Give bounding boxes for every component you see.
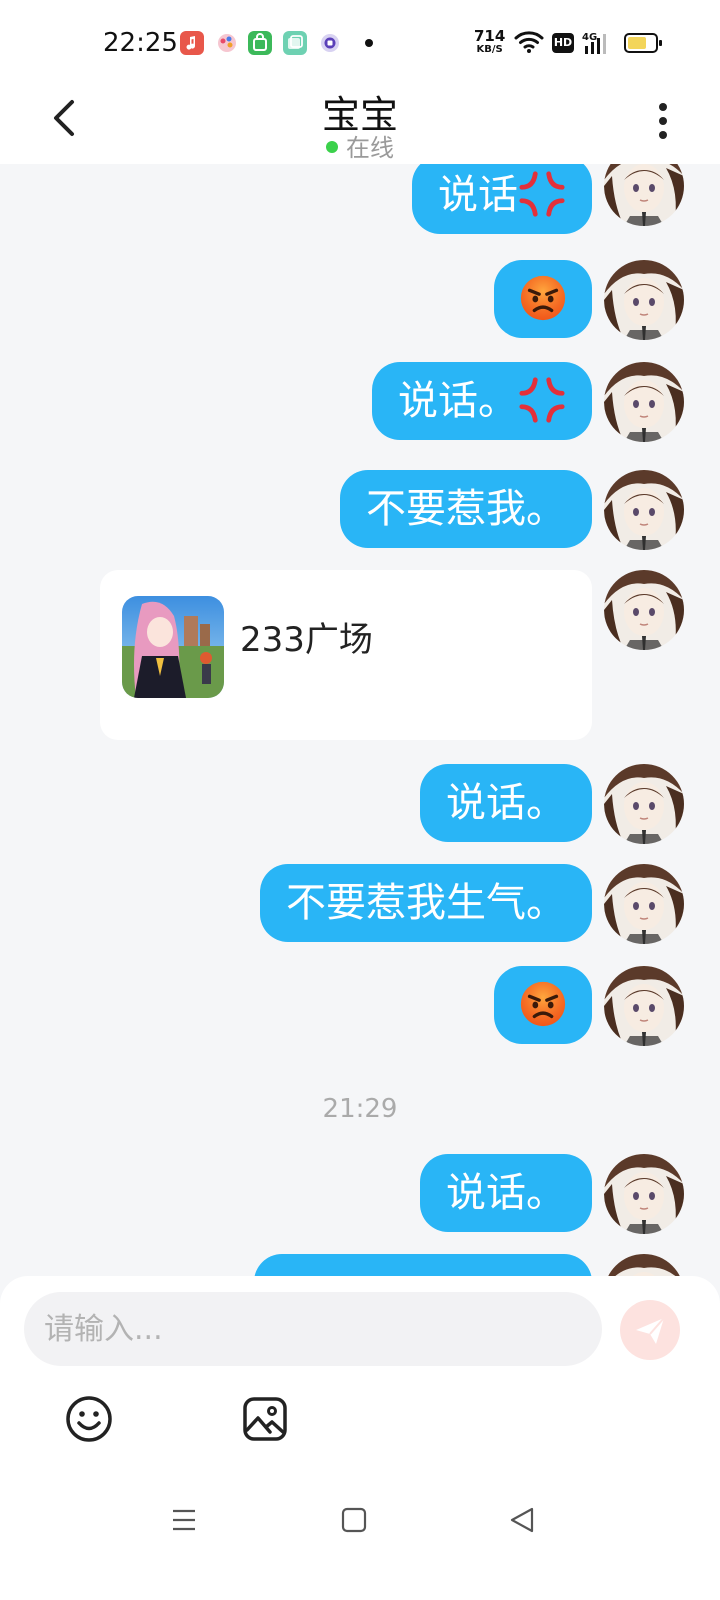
message-row xyxy=(0,1254,720,1276)
send-button[interactable] xyxy=(620,1300,680,1360)
anger-symbol-icon xyxy=(518,376,566,424)
online-dot-icon xyxy=(326,141,338,153)
online-status-label: 在线 xyxy=(346,134,394,162)
message-bubble[interactable]: 不要惹我。 xyxy=(340,470,592,548)
message-row: 说话 xyxy=(0,164,720,236)
emoji-button[interactable] xyxy=(64,1394,114,1444)
card-title: 233广场 xyxy=(240,620,373,660)
avatar[interactable] xyxy=(604,470,684,550)
message-text: 不要惹我生气。 xyxy=(286,880,566,926)
network-speed: 714 KB/S xyxy=(474,27,506,56)
message-row: 不要惹我生气。 xyxy=(0,864,720,944)
cellular-signal-icon: 4G xyxy=(582,30,614,60)
image-icon xyxy=(243,1397,287,1441)
message-row: 说话。 xyxy=(0,764,720,844)
anger-symbol-icon xyxy=(518,170,566,218)
gallery-app-icon xyxy=(283,31,307,55)
message-bubble[interactable]: 说话。 xyxy=(420,1154,592,1232)
avatar[interactable] xyxy=(604,764,684,844)
hamburger-icon xyxy=(173,1509,195,1531)
input-panel xyxy=(0,1276,720,1600)
avatar[interactable] xyxy=(604,164,684,226)
triangle-back-icon xyxy=(510,1507,534,1533)
message-timestamp: 21:29 xyxy=(322,1094,398,1124)
message-bubble[interactable] xyxy=(494,966,592,1044)
message-row xyxy=(0,966,720,1046)
svg-text:4G: 4G xyxy=(582,32,597,43)
avatar[interactable] xyxy=(604,864,684,944)
message-row: 说话。 xyxy=(0,362,720,442)
message-row: 说话。 xyxy=(0,1154,720,1234)
paint-app-icon xyxy=(215,31,239,55)
angry-face-icon xyxy=(519,274,567,322)
status-bar: 22:25 714 KB/S HD 4G xyxy=(0,0,720,82)
card-thumbnail xyxy=(122,596,224,698)
more-options-button[interactable] xyxy=(656,100,670,140)
shared-card[interactable]: 233广场 xyxy=(100,570,592,740)
avatar[interactable] xyxy=(604,1254,684,1276)
avatar[interactable] xyxy=(604,570,684,650)
message-bubble[interactable]: 不要惹我生气。 xyxy=(260,864,592,942)
store-app-icon xyxy=(248,31,272,55)
message-text: 说话。 xyxy=(398,378,518,424)
message-list[interactable]: 说话 说话。 不要惹我。 233广场 说话。 不要惹我生气。 21:29 说话。 xyxy=(0,164,720,1276)
message-text: 说话。 xyxy=(446,1170,566,1216)
image-button[interactable] xyxy=(240,1394,290,1444)
message-input[interactable] xyxy=(24,1292,602,1366)
wifi-icon xyxy=(514,30,544,58)
battery-icon xyxy=(624,33,662,53)
menu-nav-button[interactable] xyxy=(170,1506,198,1538)
smiley-icon xyxy=(66,1396,112,1442)
message-bubble[interactable] xyxy=(494,260,592,338)
message-bubble[interactable]: 说话 xyxy=(412,164,592,234)
message-text: 说话 xyxy=(438,172,518,218)
status-time: 22:25 xyxy=(103,28,178,58)
angry-face-icon xyxy=(519,980,567,1028)
back-nav-button[interactable] xyxy=(508,1506,536,1538)
avatar[interactable] xyxy=(604,260,684,340)
message-text: 说话。 xyxy=(446,780,566,826)
message-row: 不要惹我。 xyxy=(0,470,720,550)
online-status: 在线 xyxy=(0,128,720,163)
hd-icon: HD xyxy=(552,33,574,53)
square-icon xyxy=(341,1507,367,1533)
home-nav-button[interactable] xyxy=(340,1506,368,1538)
message-bubble[interactable]: 说话。 xyxy=(420,764,592,842)
message-text: 不要惹我。 xyxy=(366,486,566,532)
message-row: 233广场 xyxy=(0,570,720,742)
message-row xyxy=(0,260,720,340)
browser-app-icon xyxy=(318,31,342,55)
avatar[interactable] xyxy=(604,966,684,1046)
avatar[interactable] xyxy=(604,1154,684,1234)
avatar[interactable] xyxy=(604,362,684,442)
message-bubble[interactable] xyxy=(254,1254,592,1276)
send-icon xyxy=(636,1317,665,1344)
message-bubble[interactable]: 说话。 xyxy=(372,362,592,440)
chat-header: 宝宝 在线 xyxy=(0,82,720,164)
notification-dot xyxy=(365,39,373,47)
music-app-icon xyxy=(180,31,204,55)
